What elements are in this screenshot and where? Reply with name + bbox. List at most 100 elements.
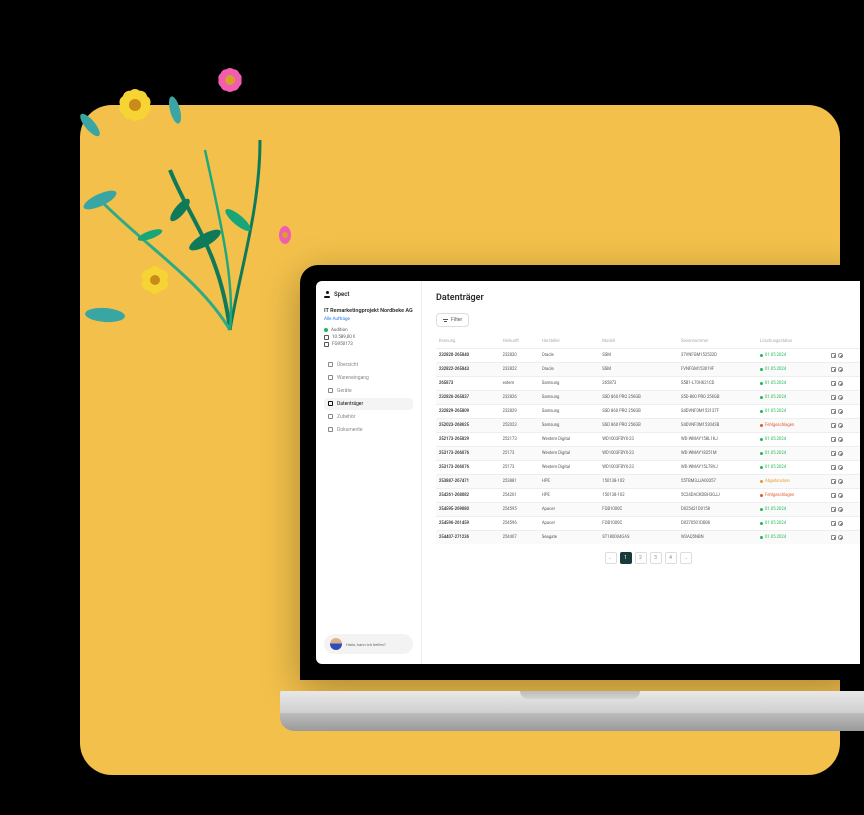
column-header[interactable]: Herkunft bbox=[500, 335, 539, 349]
brand-name: Spect bbox=[334, 291, 349, 298]
cell-serial: S5D-860 PRO 256GB bbox=[678, 391, 757, 405]
document-icon bbox=[328, 427, 333, 432]
sidebar-item-label: Dokumente bbox=[337, 427, 363, 433]
sidebar-item-overview[interactable]: Übersicht bbox=[324, 359, 413, 371]
sidebar-item-incoming[interactable]: Wareneingang bbox=[324, 372, 413, 384]
page-title: Datenträger bbox=[436, 293, 860, 303]
add-icon[interactable] bbox=[838, 521, 843, 526]
download-icon[interactable] bbox=[831, 423, 836, 428]
add-icon[interactable] bbox=[838, 409, 843, 414]
sidebar-item-label: Zubehör bbox=[337, 414, 355, 420]
status-dot-icon bbox=[760, 522, 763, 525]
ref-icon bbox=[324, 342, 329, 347]
cell-status: 01.05.2024 bbox=[757, 503, 828, 517]
status-dot-icon bbox=[760, 508, 763, 511]
download-icon[interactable] bbox=[831, 493, 836, 498]
table-row[interactable]: 232822-265843232822OracleSSMFVNFGM153019… bbox=[436, 363, 860, 377]
page-prev-button[interactable]: ← bbox=[605, 552, 617, 564]
download-icon[interactable] bbox=[831, 437, 836, 442]
filter-button[interactable]: Filter bbox=[436, 313, 469, 327]
download-icon[interactable] bbox=[831, 409, 836, 414]
sidebar-item-accessories[interactable]: Zubehör bbox=[324, 411, 413, 423]
cell-model: 265873 bbox=[599, 377, 678, 391]
add-icon[interactable] bbox=[838, 451, 843, 456]
cell-status: Abgebrochen bbox=[757, 475, 828, 489]
add-icon[interactable] bbox=[838, 367, 843, 372]
download-icon[interactable] bbox=[831, 521, 836, 526]
add-icon[interactable] bbox=[838, 423, 843, 428]
cell-serial: D025421D0158 bbox=[678, 503, 757, 517]
table-row[interactable]: 232820-265840232820OracleSSM37VNFGM15252… bbox=[436, 349, 860, 363]
column-header[interactable]: Modell bbox=[599, 335, 678, 349]
cell-id: 232820-265840 bbox=[436, 349, 500, 363]
status-text: Fehlgeschlagen bbox=[765, 493, 794, 498]
cell-status: 01.05.2024 bbox=[757, 447, 828, 461]
download-icon[interactable] bbox=[831, 479, 836, 484]
download-icon[interactable] bbox=[831, 465, 836, 470]
table-row[interactable]: 265873externSamsung265873S5B1-L70H621CD0… bbox=[436, 377, 860, 391]
cell-serial: W3AQ5NBN bbox=[678, 531, 757, 545]
column-header[interactable]: Hersteller bbox=[539, 335, 599, 349]
cell-vendor: Western Digital bbox=[539, 447, 599, 461]
table-row[interactable]: 252023-268625252023SamsungSSD 860 PRO 25… bbox=[436, 419, 860, 433]
page-button[interactable]: 1 bbox=[620, 552, 632, 564]
page-button[interactable]: 4 bbox=[665, 552, 677, 564]
table-row[interactable]: 232826-265837232826SamsungSSD 860 PRO 25… bbox=[436, 391, 860, 405]
column-header[interactable] bbox=[828, 335, 860, 349]
cell-serial: S5B1-L70H621CD bbox=[678, 377, 757, 391]
download-icon[interactable] bbox=[831, 451, 836, 456]
cell-origin: 25173 bbox=[500, 447, 539, 461]
page-next-button[interactable]: → bbox=[680, 552, 692, 564]
cell-status: Fehlgeschlagen bbox=[757, 489, 828, 503]
euro-icon bbox=[324, 335, 329, 340]
page-button[interactable]: 3 bbox=[650, 552, 662, 564]
table-row[interactable]: 253173-26607625173Western DigitalWD1003F… bbox=[436, 461, 860, 475]
table-row[interactable]: 254595-269080254595ApacerFOB1000CD025421… bbox=[436, 503, 860, 517]
cell-origin: 252173 bbox=[500, 433, 539, 447]
cell-status: 01.05.2024 bbox=[757, 517, 828, 531]
download-icon[interactable] bbox=[831, 535, 836, 540]
add-icon[interactable] bbox=[838, 437, 843, 442]
cell-origin: 25173 bbox=[500, 461, 539, 475]
cell-model: SSD 860 PRO 256GB bbox=[599, 405, 678, 419]
cell-vendor: Western Digital bbox=[539, 433, 599, 447]
cell-serial: WD-WMAY158L1KJ bbox=[678, 433, 757, 447]
download-icon[interactable] bbox=[831, 395, 836, 400]
table-row[interactable]: 253887-267471253881HPE150138-10255TBM3JJ… bbox=[436, 475, 860, 489]
add-icon[interactable] bbox=[838, 465, 843, 470]
add-icon[interactable] bbox=[838, 395, 843, 400]
sidebar-item-documents[interactable]: Dokumente bbox=[324, 424, 413, 436]
add-icon[interactable] bbox=[838, 507, 843, 512]
status-text: 01.05.2024 bbox=[765, 465, 786, 470]
add-icon[interactable] bbox=[838, 493, 843, 498]
download-icon[interactable] bbox=[831, 507, 836, 512]
sidebar-item-drives[interactable]: Datenträger bbox=[324, 398, 413, 410]
add-icon[interactable] bbox=[838, 479, 843, 484]
help-text: Hallo, kann ich helfen? bbox=[346, 642, 386, 647]
table-row[interactable]: 252173-265829252173Western DigitalWD1003… bbox=[436, 433, 860, 447]
download-icon[interactable] bbox=[831, 353, 836, 358]
cell-vendor: HPE bbox=[539, 489, 599, 503]
cell-serial: S4DVNF0M153043B bbox=[678, 419, 757, 433]
cell-actions bbox=[828, 447, 860, 461]
add-icon[interactable] bbox=[838, 535, 843, 540]
table-row[interactable]: 253173-26607625173Western DigitalWD1003F… bbox=[436, 447, 860, 461]
table-row[interactable]: 254261-268082254261HPE150138-1025C24DACK… bbox=[436, 489, 860, 503]
status-dot-icon bbox=[760, 354, 763, 357]
download-icon[interactable] bbox=[831, 367, 836, 372]
sidebar-item-devices[interactable]: Geräte bbox=[324, 385, 413, 397]
table-row[interactable]: 232829-265809232829SamsungSSD 860 PRO 25… bbox=[436, 405, 860, 419]
cell-model: FOB1000C bbox=[599, 517, 678, 531]
add-icon[interactable] bbox=[838, 353, 843, 358]
all-projects-link[interactable]: Alle Aufträge bbox=[324, 317, 413, 322]
column-header[interactable]: Löschungsstatus bbox=[757, 335, 828, 349]
table-row[interactable]: 254596-261459254596ApacerFOB1000CD027050… bbox=[436, 517, 860, 531]
cell-origin: 232822 bbox=[500, 363, 539, 377]
add-icon[interactable] bbox=[838, 381, 843, 386]
column-header[interactable]: Kennung bbox=[436, 335, 500, 349]
table-row[interactable]: 254407-271236254407SeagateST180004GASW3A… bbox=[436, 531, 860, 545]
column-header[interactable]: Seriennummer bbox=[678, 335, 757, 349]
page-button[interactable]: 2 bbox=[635, 552, 647, 564]
download-icon[interactable] bbox=[831, 381, 836, 386]
help-bubble[interactable]: Hallo, kann ich helfen? bbox=[324, 634, 413, 654]
